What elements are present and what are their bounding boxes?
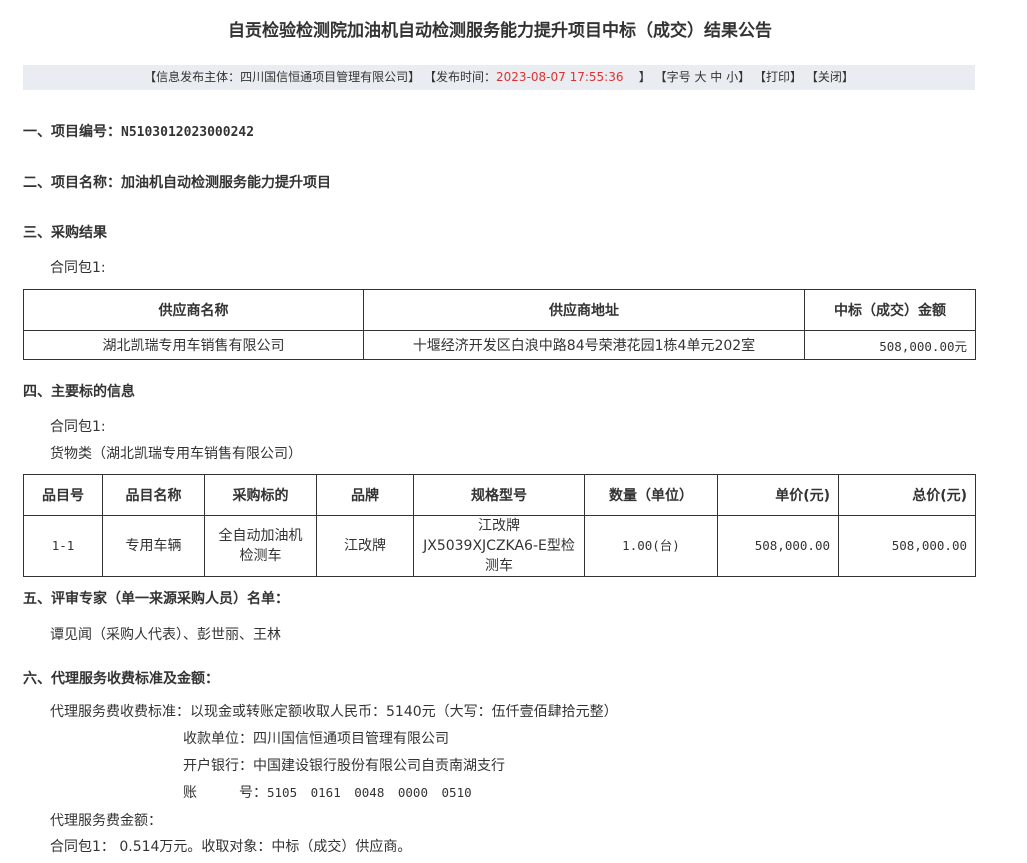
item-total-price: 508,000.00 bbox=[838, 515, 976, 577]
publish-time: 2023-08-07 17:55:36 bbox=[496, 70, 624, 84]
fee-bank: 开户银行：中国建设银行股份有限公司自贡南湖支行 bbox=[183, 758, 505, 774]
close-link[interactable]: 【关闭】 bbox=[806, 70, 854, 84]
table-row: 湖北凯瑞专用车销售有限公司 十堰经济开发区白浪中路84号荣港花园1栋4单元202… bbox=[23, 330, 976, 360]
item-brand: 江改牌 bbox=[316, 515, 414, 577]
fee-payee: 收款单位：四川国信恒通项目管理有限公司 bbox=[183, 731, 449, 747]
supplier-address: 十堰经济开发区白浪中路84号荣港花园1栋4单元202室 bbox=[363, 330, 805, 360]
project-number-value: N5103012023000242 bbox=[121, 125, 255, 140]
publish-time-end: 】 bbox=[638, 70, 651, 84]
header-quantity: 数量（单位） bbox=[584, 474, 718, 516]
result-package-label: 合同包1: bbox=[50, 260, 106, 276]
info-bar: 【信息发布主体：四川国信恒通项目管理有限公司】 【发布时间：2023-08-07… bbox=[23, 65, 975, 90]
experts-list: 谭见闻（采购人代表）、彭世丽、王林 bbox=[50, 627, 281, 643]
item-unit-price: 508,000.00 bbox=[717, 515, 839, 577]
items-package-label: 合同包1: bbox=[50, 419, 106, 435]
publish-time-label: 【发布时间： bbox=[424, 70, 497, 84]
fee-account: 账 号：5105 0161 0048 0000 0510 bbox=[183, 782, 472, 802]
section-procurement-result: 三、采购结果 bbox=[23, 225, 107, 241]
publisher-label: 【信息发布主体： bbox=[144, 70, 241, 84]
header-unit-price: 单价(元) bbox=[717, 474, 839, 516]
result-table: 供应商名称 供应商地址 中标（成交）金额 湖北凯瑞专用车销售有限公司 十堰经济开… bbox=[23, 289, 976, 360]
header-total-price: 总价(元) bbox=[838, 474, 976, 516]
publisher-end: 】 bbox=[408, 70, 421, 84]
publisher-name: 四川国信恒通项目管理有限公司 bbox=[240, 70, 409, 84]
header-bid-amount: 中标（成交）金额 bbox=[804, 289, 976, 331]
item-model: 江改牌JX5039XJCZKA6-E型检测车 bbox=[413, 515, 585, 577]
header-item-no: 品目号 bbox=[23, 474, 103, 516]
item-table-header: 品目号 品目名称 采购标的 品牌 规格型号 数量（单位） 单价(元) 总价(元) bbox=[23, 474, 976, 516]
font-small-link[interactable]: 小 bbox=[726, 70, 738, 84]
print-link[interactable]: 【打印】 bbox=[754, 70, 802, 84]
item-name: 专用车辆 bbox=[102, 515, 205, 577]
fee-amount-label: 代理服务费金额： bbox=[50, 813, 162, 829]
header-brand: 品牌 bbox=[316, 474, 414, 516]
item-target: 全自动加油机检测车 bbox=[204, 515, 317, 577]
section-main-items: 四、主要标的信息 bbox=[23, 384, 135, 400]
section-project-number: 一、项目编号：N5103012023000242 bbox=[23, 121, 254, 141]
fee-standard: 代理服务费收费标准：以现金或转账定额收取人民币：5140元（大写：伍仟壹佰肆拾元… bbox=[50, 704, 618, 720]
header-supplier-address: 供应商地址 bbox=[363, 289, 805, 331]
section-experts: 五、评审专家（单一来源采购人员）名单： bbox=[23, 591, 289, 607]
font-medium-link[interactable]: 中 bbox=[710, 70, 722, 84]
header-supplier-name: 供应商名称 bbox=[23, 289, 364, 331]
table-row: 1-1 专用车辆 全自动加油机检测车 江改牌 江改牌JX5039XJCZKA6-… bbox=[23, 515, 976, 577]
font-large-link[interactable]: 大 bbox=[694, 70, 706, 84]
fee-amount: 合同包1： 0.514万元。收取对象：中标（成交）供应商。 bbox=[50, 839, 412, 855]
item-no: 1-1 bbox=[23, 515, 103, 577]
project-number-label: 一、项目编号： bbox=[23, 124, 121, 140]
section-agency-fee: 六、代理服务收费标准及金额： bbox=[23, 671, 219, 687]
header-model: 规格型号 bbox=[413, 474, 585, 516]
section-project-name: 二、项目名称：加油机自动检测服务能力提升项目 bbox=[23, 175, 331, 191]
font-size-label: 【字号 bbox=[654, 70, 691, 84]
item-table: 品目号 品目名称 采购标的 品牌 规格型号 数量（单位） 单价(元) 总价(元)… bbox=[23, 474, 976, 577]
items-category: 货物类（湖北凯瑞专用车销售有限公司） bbox=[50, 446, 302, 462]
bid-amount: 508,000.00元 bbox=[804, 330, 976, 360]
header-target: 采购标的 bbox=[204, 474, 317, 516]
font-size-end: 】 bbox=[738, 70, 751, 84]
fee-account-number: 5105 0161 0048 0000 0510 bbox=[267, 785, 472, 800]
page-title: 自贡检验检测院加油机自动检测服务能力提升项目中标（成交）结果公告 bbox=[228, 21, 772, 41]
supplier-name: 湖北凯瑞专用车销售有限公司 bbox=[23, 330, 364, 360]
result-table-header: 供应商名称 供应商地址 中标（成交）金额 bbox=[23, 289, 976, 331]
item-quantity: 1.00(台) bbox=[584, 515, 718, 577]
fee-account-label: 账 号： bbox=[183, 785, 267, 801]
header-item-name: 品目名称 bbox=[102, 474, 205, 516]
